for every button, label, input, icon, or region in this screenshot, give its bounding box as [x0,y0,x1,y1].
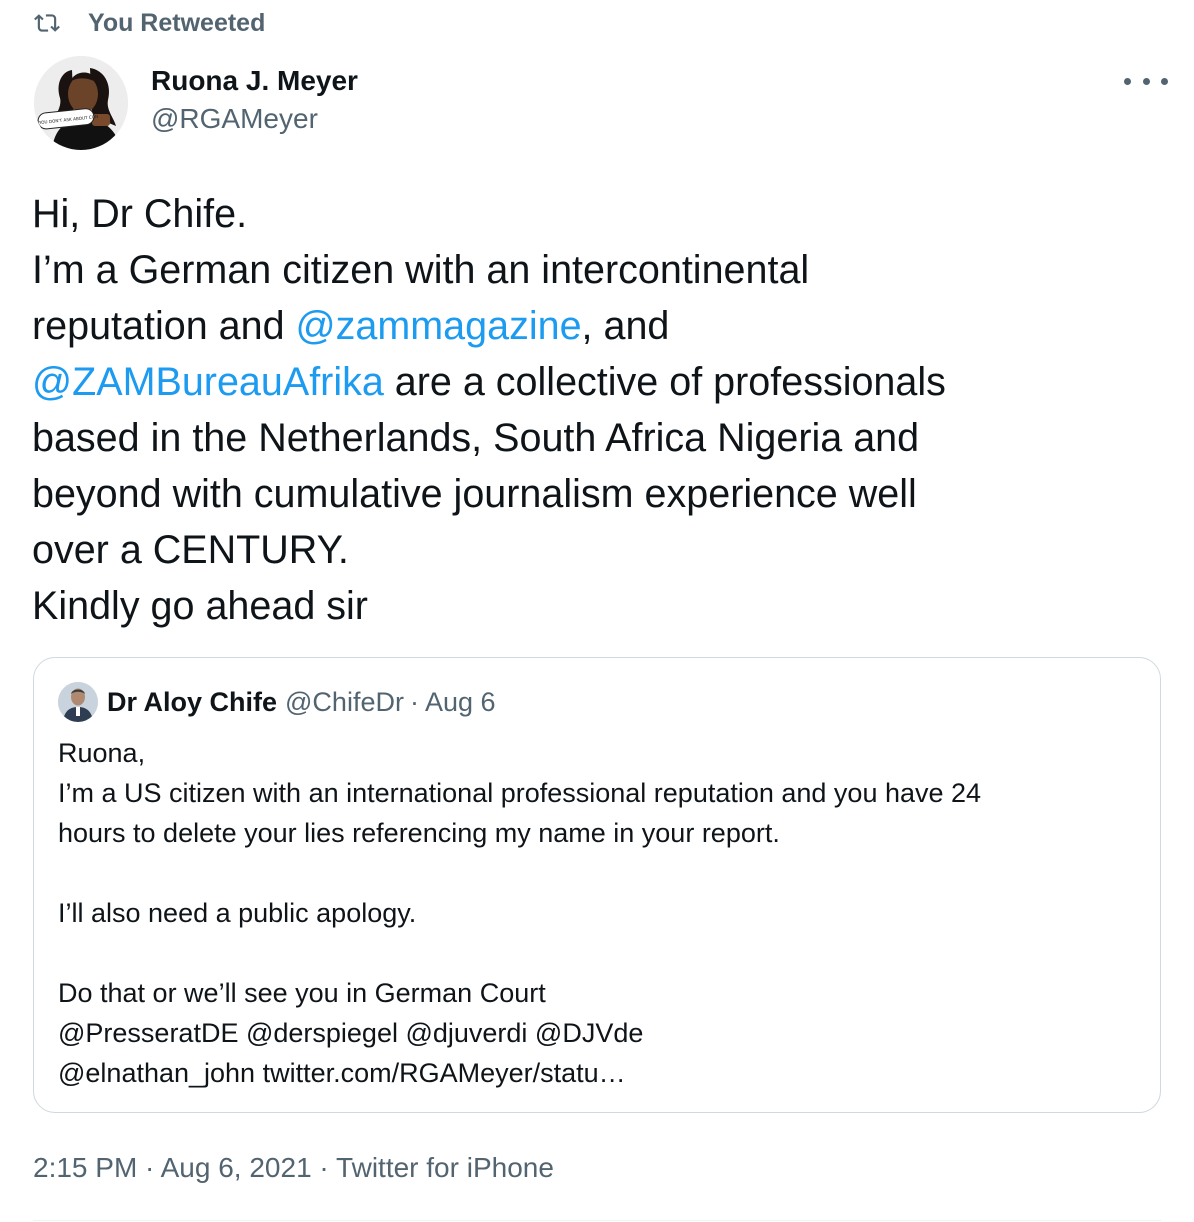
more-options-button[interactable] [1124,66,1168,96]
meta-separator: · [137,1152,161,1183]
author-info: Ruona J. Meyer @RGAMeyer [151,62,358,138]
retweet-context[interactable]: You Retweeted [34,8,265,38]
tweet-text: Hi, Dr Chife. I’m a German citizen with … [32,186,1172,634]
tweet-line: Kindly go ahead sir [32,584,368,628]
tweet-date[interactable]: Aug 6, 2021 [161,1152,312,1183]
tweet-line: beyond with cumulative journalism experi… [32,472,917,516]
quoted-author-handle[interactable]: @ChifeDr [285,687,404,718]
more-dot-icon [1142,77,1150,85]
quoted-line: @PresseratDE @derspiegel @djuverdi @DJVd… [58,1018,644,1048]
tweet-line: @ZAMBureauAfrika are a collective of pro… [32,354,1172,410]
divider [33,1220,1161,1221]
author-avatar[interactable]: IF YOU DON'T ASK ABOUT CON [34,56,128,150]
quoted-tweet-text: Ruona, I’m a US citizen with an internat… [58,733,1148,1093]
quoted-tweet-header: Dr Aloy Chife @ChifeDr · Aug 6 [58,682,496,722]
retweet-label: You Retweeted [88,8,266,37]
quoted-line: hours to delete your lies referencing my… [58,818,780,848]
tweet-text-segment: are a collective of professionals [383,360,946,404]
tweet-source[interactable]: Twitter for iPhone [336,1152,554,1183]
quoted-date[interactable]: Aug 6 [425,687,496,718]
tweet-text-segment: , and [581,304,670,348]
mention-zammagazine[interactable]: @zammagazine [296,304,582,348]
tweet-time[interactable]: 2:15 PM [33,1152,137,1183]
meta-separator: · [311,1152,337,1183]
tweet-line: Hi, Dr Chife. [32,192,248,236]
quoted-tweet-card[interactable]: Dr Aloy Chife @ChifeDr · Aug 6 Ruona, I’… [33,657,1161,1113]
author-handle[interactable]: @RGAMeyer [151,100,358,138]
more-dot-icon [1161,77,1168,85]
tweet-line: I’m a German citizen with an intercontin… [32,248,810,292]
tweet-line: based in the Netherlands, South Africa N… [32,416,920,460]
mention-zambureauafrika[interactable]: @ZAMBureauAfrika [32,360,384,404]
quoted-line: @elnathan_john twitter.com/RGAMeyer/stat… [58,1058,626,1088]
quoted-line [58,853,1148,893]
quoted-author-name[interactable]: Dr Aloy Chife [107,687,277,718]
retweet-icon [34,14,60,32]
quoted-line: I’m a US citizen with an international p… [58,778,982,808]
quoted-separator: · [409,686,419,717]
quoted-line: I’ll also need a public apology. [58,898,417,928]
author-display-name[interactable]: Ruona J. Meyer [151,62,358,100]
tweet-line: reputation and @zammagazine, and [32,298,1172,354]
tweet-metadata: 2:15 PM · Aug 6, 2021 · Twitter for iPho… [33,1148,554,1188]
quoted-line: Ruona, [58,738,146,768]
quoted-author-photo [58,682,98,722]
author-photo: IF YOU DON'T ASK ABOUT CON [34,56,128,150]
more-dot-icon [1124,77,1131,85]
quoted-author-avatar [58,682,98,722]
tweet-line: over a CENTURY. [32,528,349,572]
quoted-line [58,933,1148,973]
quoted-line: Do that or we’ll see you in German Court [58,978,546,1008]
tweet-text-segment: reputation and [32,304,296,348]
